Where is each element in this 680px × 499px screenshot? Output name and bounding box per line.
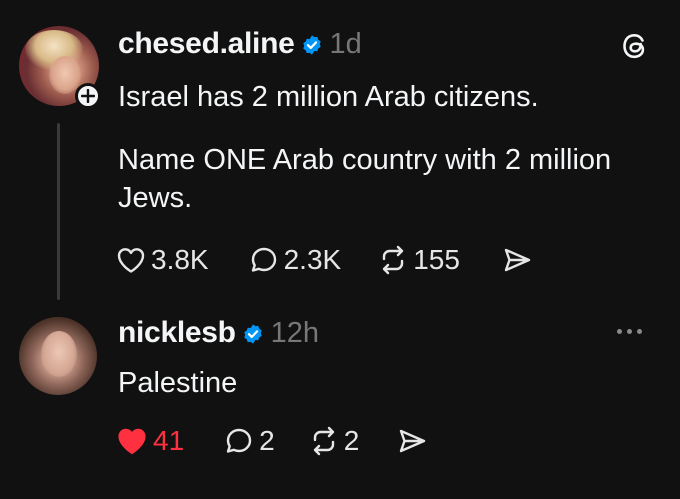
more-options-icon[interactable] bbox=[617, 324, 655, 338]
threads-logo-icon[interactable] bbox=[618, 29, 652, 63]
post-actions: 3.8K 2.3K 155 bbox=[116, 242, 532, 278]
reply-button[interactable]: 2 bbox=[224, 425, 275, 457]
like-button[interactable]: 3.8K bbox=[116, 244, 209, 276]
thread-post: chesed.aline 1d Israel has 2 million Ara… bbox=[0, 0, 680, 300]
username[interactable]: nicklesb bbox=[118, 316, 236, 350]
avatar[interactable] bbox=[19, 317, 97, 395]
post-header: nicklesb 12h bbox=[118, 313, 319, 353]
reply-count: 2 bbox=[259, 425, 275, 456]
share-button[interactable] bbox=[502, 246, 532, 274]
like-button[interactable]: 41 bbox=[116, 425, 184, 457]
like-count: 41 bbox=[153, 425, 185, 456]
repost-icon bbox=[309, 426, 339, 456]
thread-reply: nicklesb 12h Palestine 41 2 2 bbox=[0, 300, 680, 499]
repost-button[interactable]: 155 bbox=[378, 244, 460, 276]
repost-count: 2 bbox=[343, 425, 360, 456]
thread-connector-line bbox=[57, 123, 60, 300]
heart-icon bbox=[116, 246, 146, 274]
post-timestamp: 1d bbox=[329, 27, 362, 60]
share-button[interactable] bbox=[397, 427, 427, 455]
comment-icon bbox=[249, 245, 279, 275]
post-actions: 41 2 2 bbox=[116, 423, 427, 459]
heart-filled-icon bbox=[116, 426, 148, 456]
comment-icon bbox=[224, 426, 254, 456]
repost-count: 155 bbox=[413, 244, 460, 275]
username[interactable]: chesed.aline bbox=[118, 27, 295, 61]
post-timestamp: 12h bbox=[270, 316, 320, 349]
send-icon bbox=[397, 427, 427, 455]
post-text-body: Name ONE Arab country with 2 million Jew… bbox=[118, 144, 612, 214]
reply-button[interactable]: 2.3K bbox=[249, 244, 342, 276]
reply-count: 2.3K bbox=[283, 244, 342, 275]
post-text-body: Palestine bbox=[118, 367, 238, 399]
repost-icon bbox=[378, 245, 408, 275]
follow-plus-icon[interactable] bbox=[75, 83, 101, 109]
verified-badge-icon bbox=[301, 34, 323, 56]
send-icon bbox=[502, 246, 532, 274]
repost-button[interactable]: 2 bbox=[309, 425, 360, 457]
verified-badge-icon bbox=[242, 323, 264, 345]
post-header: chesed.aline 1d bbox=[118, 24, 362, 64]
post-text-line: Israel has 2 million Arab citizens. bbox=[118, 81, 539, 113]
like-count: 3.8K bbox=[151, 244, 209, 275]
